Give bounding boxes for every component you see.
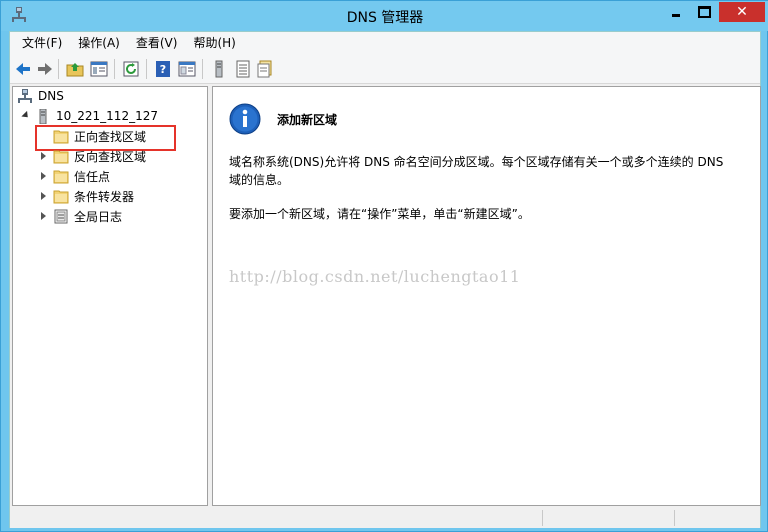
instruction-text: 要添加一个新区域，请在“操作”菜单，单击“新建区域”。: [229, 207, 530, 221]
description-line-2: 域的信息。: [229, 173, 290, 187]
status-bar: [10, 508, 760, 528]
help-icon[interactable]: ?: [154, 60, 172, 78]
list-icon[interactable]: [234, 60, 252, 78]
tree-node-forward-lookup-zones[interactable]: 正向查找区域: [39, 126, 146, 146]
maximize-button[interactable]: [691, 2, 717, 22]
status-cell: [542, 510, 672, 526]
toolbar: ?: [10, 54, 760, 84]
folder-icon: [53, 190, 69, 203]
details-pane: [212, 86, 761, 506]
folder-icon: [53, 130, 69, 143]
folder-icon: [53, 150, 69, 163]
window-title: DNS 管理器: [346, 10, 424, 26]
expand-arrow-icon[interactable]: [39, 151, 49, 161]
close-icon: ✕: [736, 4, 748, 20]
tree-node-trust-points[interactable]: 信任点: [39, 166, 110, 186]
tree-label: 全局日志: [74, 209, 123, 224]
toolbar-separator: [58, 59, 59, 79]
tree-node-reverse-lookup-zones[interactable]: 反向查找区域: [39, 146, 146, 166]
svg-text:?: ?: [160, 63, 166, 76]
collapse-arrow-icon[interactable]: [21, 110, 31, 121]
expand-arrow-icon[interactable]: [39, 171, 49, 181]
tree-node-global-logs[interactable]: 全局日志: [39, 206, 122, 226]
tree-node-dns-root[interactable]: DNS: [17, 86, 64, 106]
server-icon[interactable]: [210, 60, 228, 78]
tree-label: 信任点: [74, 169, 111, 184]
status-cell: [674, 510, 760, 526]
tree-label: 正向查找区域: [74, 129, 147, 144]
content-heading: 添加新区域: [277, 113, 338, 127]
show-hide-tree-icon[interactable]: [90, 60, 108, 78]
title-bar[interactable]: DNS 管理器 ✕: [1, 1, 768, 31]
tree-label: 10_221_112_127: [56, 109, 158, 123]
minimize-button[interactable]: [663, 2, 689, 22]
event-log-icon: [54, 209, 68, 223]
close-button[interactable]: ✕: [719, 2, 765, 22]
properties-icon[interactable]: [178, 60, 196, 78]
menu-view[interactable]: 查看(V): [128, 32, 186, 54]
tree-label: 反向查找区域: [74, 149, 147, 164]
up-folder-icon[interactable]: [66, 60, 84, 78]
toolbar-separator: [114, 59, 115, 79]
expand-arrow-icon[interactable]: [39, 211, 49, 221]
back-arrow-icon[interactable]: [14, 60, 32, 78]
tree-label: 条件转发器: [74, 189, 135, 204]
export-icon[interactable]: [256, 60, 274, 78]
menu-help[interactable]: 帮助(H): [185, 32, 243, 54]
folder-icon: [53, 170, 69, 183]
menu-action[interactable]: 操作(A): [70, 32, 128, 54]
tree-node-server[interactable]: 10_221_112_127: [21, 106, 158, 126]
forward-arrow-icon[interactable]: [36, 60, 54, 78]
menu-file[interactable]: 文件(F): [14, 32, 70, 54]
description-line-1: 域名称系统(DNS)允许将 DNS 命名空间分成区域。每个区域存储有关一个或多个…: [229, 155, 724, 169]
expand-arrow-icon[interactable]: [39, 191, 49, 201]
dns-icon: [18, 88, 32, 103]
tree-node-conditional-forwarders[interactable]: 条件转发器: [39, 186, 134, 206]
menu-bar: 文件(F) 操作(A) 查看(V) 帮助(H): [10, 32, 760, 54]
toolbar-separator: [202, 59, 203, 79]
refresh-icon[interactable]: [122, 60, 140, 78]
watermark: http://blog.csdn.net/luchengtao11: [229, 267, 521, 286]
server-icon: [39, 108, 47, 124]
info-icon: [229, 103, 261, 135]
tree-label: DNS: [38, 89, 64, 103]
toolbar-separator: [146, 59, 147, 79]
dns-manager-window: DNS 管理器 ✕ 文件(F) 操作(A) 查看(V) 帮助(H) ? DNS …: [0, 0, 768, 532]
